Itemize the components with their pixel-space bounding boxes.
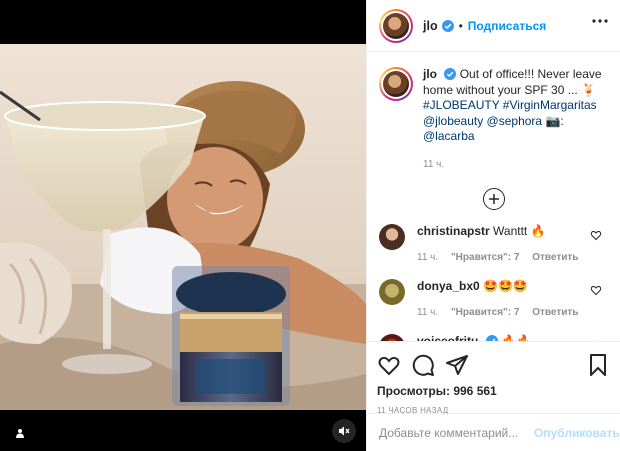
beach-photo (0, 44, 366, 410)
caption-hashtags[interactable]: #JLOBEAUTY #VirginMargaritas (423, 98, 597, 112)
user-tag-icon (16, 429, 24, 438)
comment-username[interactable]: donya_bx0 (417, 279, 480, 293)
verified-icon (444, 68, 457, 80)
caption-mentions[interactable]: @jlobeauty @sephora (423, 114, 542, 128)
follow-button[interactable]: Подписаться (468, 19, 546, 33)
comment-likes[interactable]: "Нравится": 7 (451, 252, 520, 263)
comment-icon[interactable] (411, 353, 435, 377)
comment-username[interactable]: christinapstr (417, 224, 490, 238)
post-dialog: jlo • Подписаться jlo Out of office!!! N… (0, 0, 620, 451)
publish-button[interactable]: Опубликовать (534, 426, 620, 440)
plus-circle-icon (488, 194, 499, 204)
post-header: jlo • Подписаться (367, 0, 620, 52)
comment-item: donya_bx0 🤩🤩🤩 11 ч. "Нравится": 7 Ответи… (367, 279, 620, 320)
author-username[interactable]: jlo (423, 19, 438, 33)
reply-button[interactable]: Ответить (532, 307, 578, 318)
heart-icon[interactable] (590, 284, 602, 296)
reply-button[interactable]: Ответить (532, 252, 578, 263)
mute-icon (339, 426, 350, 436)
post-media[interactable] (0, 0, 366, 451)
separator-dot: • (458, 18, 463, 33)
comment-meta: 11 ч. "Нравится": 7 Ответить (417, 305, 607, 320)
comment-avatar[interactable] (379, 224, 405, 250)
comment-item: christinapstr Wanttt 🔥 11 ч. "Нравится":… (367, 224, 620, 265)
mute-button[interactable] (332, 419, 356, 443)
add-comment-form: Опубликовать (367, 413, 620, 451)
views-count[interactable]: Просмотры: 996 561 (377, 384, 610, 398)
post-caption: jlo Out of office!!! Never leave home wi… (367, 53, 620, 172)
load-more-comments[interactable] (367, 188, 620, 210)
comment-avatar[interactable] (379, 334, 405, 341)
comment-time: 11 ч. (417, 307, 439, 318)
comment-input[interactable] (379, 425, 534, 440)
more-icon[interactable] (592, 18, 608, 24)
heart-icon[interactable] (377, 353, 401, 377)
caption-avatar[interactable] (379, 67, 413, 101)
comment-text: 🔥🔥 (501, 334, 531, 341)
share-icon[interactable] (445, 353, 469, 377)
comment-likes[interactable]: "Нравится": 7 (451, 307, 520, 318)
comment-item: voiceofritu 🔥🔥 (367, 334, 620, 341)
bookmark-icon[interactable] (586, 353, 610, 377)
caption-credit-prefix: 📷: (545, 113, 564, 128)
comment-username[interactable]: voiceofritu (417, 334, 478, 341)
heart-icon[interactable] (590, 229, 602, 241)
user-tag-button[interactable] (10, 423, 30, 443)
verified-icon (441, 19, 454, 32)
post-sidebar: jlo • Подписаться jlo Out of office!!! N… (366, 0, 620, 451)
comment-text: 🤩🤩🤩 (483, 279, 528, 293)
comment-avatar[interactable] (379, 279, 405, 305)
comments-list[interactable]: jlo Out of office!!! Never leave home wi… (367, 53, 620, 341)
caption-credit[interactable]: @lacarba (423, 129, 475, 143)
post-actions: Просмотры: 996 561 11 ЧАСОВ НАЗАД (367, 341, 620, 415)
avatar[interactable] (379, 8, 413, 43)
comment-meta: 11 ч. "Нравится": 7 Ответить (417, 250, 607, 265)
post-video[interactable] (0, 44, 366, 410)
caption-username[interactable]: jlo (423, 67, 437, 81)
comment-text: Wanttt 🔥 (493, 224, 546, 238)
comment-time: 11 ч. (417, 252, 439, 263)
caption-time: 11 ч. (423, 158, 445, 170)
